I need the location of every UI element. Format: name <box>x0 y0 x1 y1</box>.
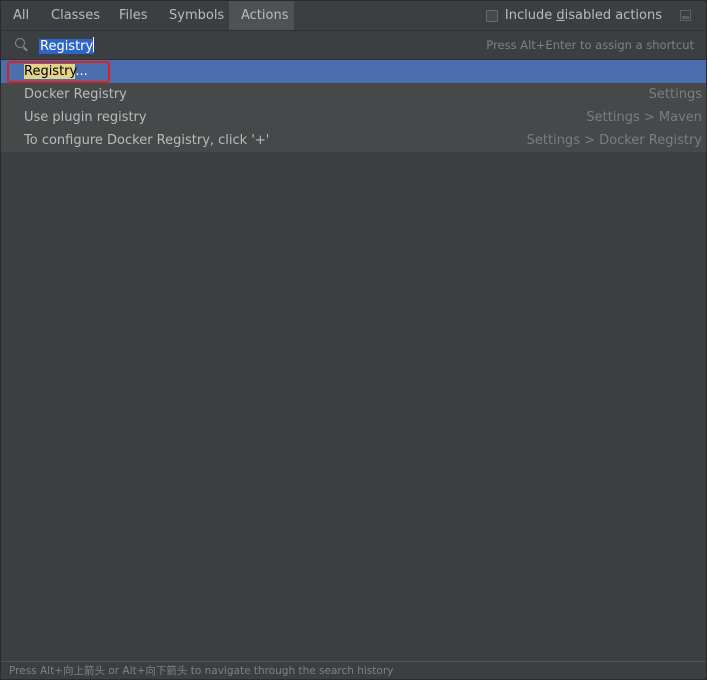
include-disabled-actions-checkbox[interactable]: Include disabled actions <box>485 1 662 30</box>
list-item[interactable]: To configure Docker Registry, click '+' … <box>1 129 706 152</box>
text-caret <box>93 37 95 52</box>
list-item[interactable]: Use plugin registry Settings > Maven <box>1 106 706 129</box>
result-label: To configure Docker Registry, click '+' <box>24 133 270 148</box>
tab-files[interactable]: Files <box>107 1 157 30</box>
shortcut-hint: Press Alt+Enter to assign a shortcut <box>486 38 694 52</box>
list-item[interactable]: Registry... <box>1 60 706 83</box>
result-location: Settings > Docker Registry <box>526 133 702 148</box>
result-location: Settings <box>648 87 702 102</box>
result-label: Use plugin registry <box>24 110 147 125</box>
status-bar: Press Alt+向上箭头 or Alt+向下箭头 to navigate t… <box>1 661 706 679</box>
search-row: Registry Press Alt+Enter to assign a sho… <box>1 31 706 60</box>
list-item[interactable]: Docker Registry Settings <box>1 83 706 106</box>
open-in-find-toolwindow-icon[interactable] <box>680 10 691 21</box>
tab-actions[interactable]: Actions <box>229 1 294 30</box>
annotation-highlight-box <box>7 61 110 83</box>
tab-classes[interactable]: Classes <box>39 1 107 30</box>
search-input[interactable]: Registry <box>39 37 95 54</box>
search-icon <box>15 38 25 48</box>
tab-bar: All Classes Files Symbols Actions Includ… <box>1 1 706 31</box>
checkbox-icon[interactable] <box>485 9 498 22</box>
include-disabled-label: Include disabled actions <box>504 8 662 23</box>
tab-symbols[interactable]: Symbols <box>157 1 229 30</box>
results-list: Registry... Docker Registry Settings Use… <box>1 60 706 152</box>
result-label: Docker Registry <box>24 87 127 102</box>
result-location: Settings > Maven <box>586 110 702 125</box>
tab-all[interactable]: All <box>1 1 38 30</box>
